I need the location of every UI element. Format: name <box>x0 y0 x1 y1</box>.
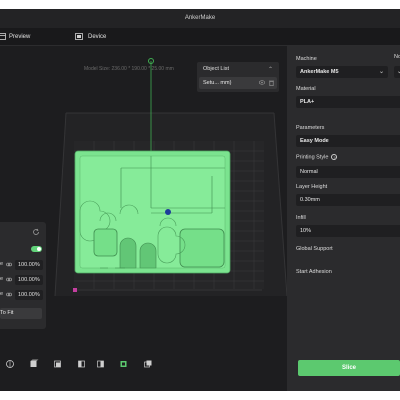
scale-row-label: e <box>0 291 4 297</box>
printing-style-value: Normal <box>300 169 318 175</box>
view-left-icon[interactable] <box>77 359 87 369</box>
device-icon <box>75 33 83 40</box>
3d-viewport[interactable]: Model Size: 236.00 * 190.00 * 25.00 mm O… <box>0 46 287 391</box>
scale-panel: e 100.00% e 100.00% e 100.00% To Fit <box>0 222 46 329</box>
info-icon[interactable]: ? <box>331 154 338 160</box>
infill-input[interactable]: 10% <box>296 225 400 237</box>
scale-row-y: e 100.00% <box>0 275 46 285</box>
printing-style-label-text: Printing Style <box>296 154 329 161</box>
slice-button[interactable]: Slice <box>298 360 400 376</box>
printing-style-select[interactable]: Normal <box>296 166 400 178</box>
slice-button-label: Slice <box>341 365 356 371</box>
chevron-down-icon: ⌄ <box>378 69 384 75</box>
layer-height-select[interactable]: 0.30mm <box>296 194 400 206</box>
scale-z-input[interactable]: 100.00% <box>15 290 43 300</box>
scale-to-fit-label: To Fit <box>0 310 14 316</box>
object-name: Setu... mm) <box>203 80 232 86</box>
view-bottom-icon[interactable] <box>143 359 153 369</box>
scale-to-fit-button[interactable]: To Fit <box>0 308 42 319</box>
link-icon[interactable] <box>6 292 12 297</box>
eye-icon[interactable] <box>259 80 265 85</box>
tab-bar: Preview Device <box>0 28 400 46</box>
scale-row-label: e <box>0 261 4 267</box>
view-3d-icon[interactable] <box>5 359 15 369</box>
material-value: PLA+ <box>300 99 315 105</box>
view-back-icon[interactable] <box>53 359 63 369</box>
printing-style-label: Printing Style? <box>296 154 338 161</box>
link-icon[interactable] <box>6 277 12 282</box>
nozzle-select[interactable]: ⌄ <box>394 66 400 78</box>
corner-marker <box>73 288 77 292</box>
view-top-icon[interactable] <box>119 359 129 369</box>
machine-select[interactable]: AnkerMake M5 ⌄ <box>296 66 388 78</box>
scale-row-label: e <box>0 276 4 282</box>
chevron-up-icon[interactable]: ⌃ <box>268 66 273 73</box>
build-plate-scene[interactable] <box>0 46 287 391</box>
global-support-label[interactable]: Global Support <box>296 246 333 252</box>
nozzle-label: No <box>394 54 400 60</box>
infill-value: 10% <box>300 228 312 234</box>
origin-marker <box>165 209 171 215</box>
layer-height-label: Layer Height <box>296 184 328 190</box>
scale-row-x: e 100.00% <box>0 260 46 270</box>
layer-height-value: 0.30mm <box>300 197 320 203</box>
parameters-label: Parameters <box>296 125 325 131</box>
window-title: AnkerMake <box>184 15 216 21</box>
link-icon[interactable] <box>6 262 12 267</box>
material-label: Material <box>296 86 316 92</box>
machine-value: AnkerMake M5 <box>300 69 339 75</box>
object-list-panel: Object List ⌃ Setu... mm) <box>197 62 279 92</box>
parameters-mode-value: Easy Mode <box>300 138 329 144</box>
preview-icon <box>0 33 6 40</box>
material-select[interactable]: PLA+ <box>296 96 400 108</box>
view-right-icon[interactable] <box>96 359 106 369</box>
trash-icon[interactable] <box>269 80 274 86</box>
view-front-icon[interactable] <box>29 359 39 369</box>
reset-icon[interactable] <box>32 228 40 236</box>
object-list-item[interactable]: Setu... mm) <box>199 77 277 89</box>
tab-device[interactable]: Device <box>75 28 135 46</box>
scale-row-z: e 100.00% <box>0 290 46 300</box>
start-adhesion-label[interactable]: Start Adhesion <box>296 269 332 275</box>
scale-y-input[interactable]: 100.00% <box>15 275 43 285</box>
uniform-scale-toggle[interactable] <box>31 246 42 252</box>
machine-label: Machine <box>296 56 317 62</box>
parameters-mode-select[interactable]: Easy Mode <box>296 135 400 147</box>
view-toolbar <box>0 356 287 376</box>
infill-label: Infill <box>296 215 306 221</box>
title-bar: AnkerMake <box>0 9 400 28</box>
tab-preview-label: Preview <box>9 34 31 40</box>
app-window: AnkerMake Preview Device Model Size: 236… <box>0 9 400 391</box>
tab-device-label: Device <box>88 34 107 40</box>
settings-sidebar: Machine No AnkerMake M5 ⌄ ⌄ Material PLA… <box>287 46 400 391</box>
scale-x-input[interactable]: 100.00% <box>15 260 43 270</box>
object-list-header: Object List <box>203 66 229 72</box>
tab-preview[interactable]: Preview <box>0 28 60 46</box>
model-object[interactable] <box>74 150 231 274</box>
